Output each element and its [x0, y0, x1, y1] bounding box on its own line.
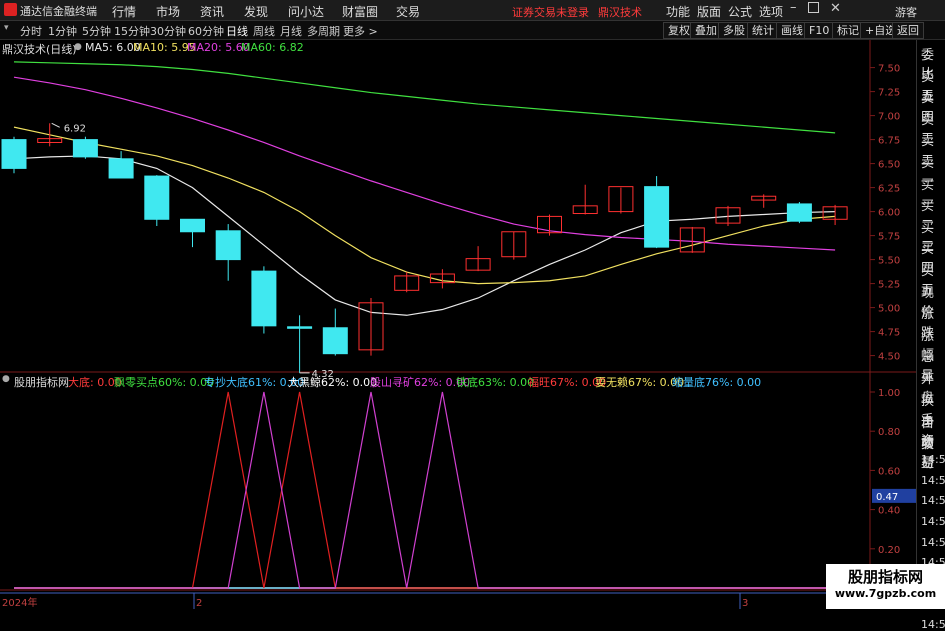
x-axis-label: 2024年 — [2, 596, 37, 609]
indicator-legend-item: 飘零买点60%: 0.00 — [114, 376, 215, 389]
kline-chart[interactable]: 7.50 7.25 7.00 6.75 6.50 6.25 6.00 5.75 5.50 5.25… — [0, 40, 916, 609]
maximize-icon[interactable] — [808, 2, 819, 13]
period-more[interactable]: 更多 > — [343, 23, 378, 39]
current-value-label: 0.47 — [876, 492, 898, 503]
ma-line-ma10 — [13, 126, 836, 285]
indicator-line — [14, 391, 836, 589]
close-icon[interactable]: ✕ — [830, 1, 841, 16]
period-monthly[interactable]: 月线 — [280, 23, 302, 39]
period-1min[interactable]: 1分钟 — [48, 23, 77, 39]
period-30min[interactable]: 30分钟 — [150, 23, 186, 39]
candle-body — [251, 270, 277, 327]
indicator-y-tick-label: 0.80 — [878, 427, 900, 438]
quote-panel-label: 14:56 — [921, 473, 945, 487]
period-bar: ▾ 分时 1分钟 5分钟 15分钟 30分钟 60分钟 日线 周线 月线 多周期… — [0, 21, 945, 40]
quote-panel-label: 14:56 — [921, 515, 945, 528]
menu-ask[interactable]: 问小达 — [288, 3, 324, 20]
ma-line-ma5 — [13, 155, 836, 316]
period-5min[interactable]: 5分钟 — [82, 23, 111, 39]
x-axis-label: 2 — [196, 598, 202, 609]
candle-body — [786, 203, 812, 222]
candle-body — [644, 186, 670, 248]
indicator-y-tick-label: 1.00 — [878, 388, 900, 399]
stock-name-notice: 鼎汉技术 — [598, 6, 642, 19]
candle-body — [1, 139, 27, 169]
menu-discover[interactable]: 发现 — [244, 3, 268, 20]
collapse-icon[interactable]: ▾ — [4, 23, 9, 33]
candle-body — [215, 230, 241, 261]
menu-market[interactable]: 市场 — [156, 3, 180, 20]
quote-panel-label: 14:56 — [921, 535, 945, 549]
indicator-name: 股朋指标网 — [14, 376, 69, 389]
candle-body — [108, 158, 134, 179]
y-tick-label: 6.00 — [878, 208, 900, 219]
app-title: 通达信金融终端 — [20, 5, 97, 18]
quote-panel-label: 14:56 — [921, 453, 945, 467]
menu-trade[interactable]: 交易 — [396, 3, 420, 20]
menu-layout[interactable]: 版面 — [697, 3, 721, 20]
menu-quotes[interactable]: 行情 — [112, 3, 136, 20]
y-tick-label: 7.50 — [878, 64, 900, 75]
y-tick-label: 4.50 — [878, 352, 900, 363]
indicator-legend-item: 耍无赖67%: 0.00 — [595, 376, 685, 389]
indicator-y-tick-label: 0.20 — [878, 545, 900, 556]
ma-line-ma60 — [13, 61, 836, 134]
y-tick-label: 6.50 — [878, 160, 900, 171]
candle-body — [144, 175, 170, 220]
high-label: 6.92 — [64, 123, 86, 134]
quote-panel-label: 14:56 — [921, 618, 945, 631]
indicator-legend-item: 铁底63%: 0.00 — [456, 376, 535, 389]
watermark: 股朋指标网 www.7gpzb.com — [826, 564, 945, 609]
period-multi[interactable]: 多周期 — [307, 23, 340, 39]
x-axis-label: 3 — [742, 598, 748, 609]
indicator-settings-icon[interactable]: ● — [2, 374, 10, 384]
period-timeshare[interactable]: 分时 — [20, 23, 42, 39]
menu-news[interactable]: 资讯 — [200, 3, 224, 20]
period-daily[interactable]: 日线 — [226, 23, 248, 39]
app-logo-icon — [4, 3, 17, 16]
quote-panel-label: 14:56 — [921, 494, 945, 508]
guest-user[interactable]: 游客 — [895, 4, 917, 20]
y-tick-label: 5.75 — [878, 232, 900, 243]
btn-statistics[interactable]: 统计 — [747, 22, 779, 39]
y-tick-label: 6.25 — [878, 184, 900, 195]
y-tick-label: 4.75 — [878, 328, 900, 339]
y-tick-label: 7.25 — [878, 88, 900, 99]
candle-body — [322, 327, 348, 355]
candle-body — [180, 218, 205, 233]
indicator-header: ● 股朋指标网 大底: 0.00 飘零买点60%: 0.00 专抄大底61%: 0.… — [0, 374, 880, 389]
menu-wealth[interactable]: 财富圈 — [342, 3, 378, 20]
indicator-y-tick-label: 0.60 — [878, 466, 900, 477]
btn-back[interactable]: 返回 — [892, 22, 924, 39]
indicator-legend-item: 缩量底76%: 0.00 — [672, 376, 762, 389]
watermark-title: 股朋指标网 — [847, 568, 923, 586]
title-bar: 通达信金融终端 行情 市场 资讯 发现 问小达 财富圈 交易 证券交易未登录 鼎… — [0, 0, 945, 21]
y-tick-label: 7.00 — [878, 112, 900, 123]
y-tick-label: 6.75 — [878, 136, 900, 147]
y-tick-label: 5.50 — [878, 256, 900, 267]
y-tick-label: 5.00 — [878, 304, 900, 315]
indicator-legend-item: 大黑鲸62%: 0.00 — [288, 376, 378, 389]
period-15min[interactable]: 15分钟 — [114, 23, 150, 39]
watermark-url: www.7gpzb.com — [834, 587, 937, 600]
quote-panel: 委比 卖五 卖四 卖三 卖二 卖一 买一 买二 买三 买四 买五 现价 涨跌 涨幅 总量 外盘 换手 净资 收益 自动… — [916, 40, 945, 631]
menu-options[interactable]: 选项 — [759, 3, 783, 20]
high-marker — [51, 122, 60, 128]
btn-f10[interactable]: F10 — [804, 22, 835, 39]
menu-function[interactable]: 功能 — [666, 3, 690, 20]
btn-multi-stock[interactable]: 多股 — [718, 22, 750, 39]
candle-body — [287, 326, 313, 329]
minimize-icon[interactable]: – — [790, 0, 802, 18]
indicator-y-tick-label: 0.40 — [878, 506, 900, 517]
period-60min[interactable]: 60分钟 — [188, 23, 224, 39]
period-weekly[interactable]: 周线 — [253, 23, 275, 39]
candle-body — [72, 139, 98, 158]
trade-login-notice[interactable]: 证券交易未登录 — [512, 4, 589, 20]
y-tick-label: 5.25 — [878, 280, 900, 291]
menu-formula[interactable]: 公式 — [728, 3, 752, 20]
